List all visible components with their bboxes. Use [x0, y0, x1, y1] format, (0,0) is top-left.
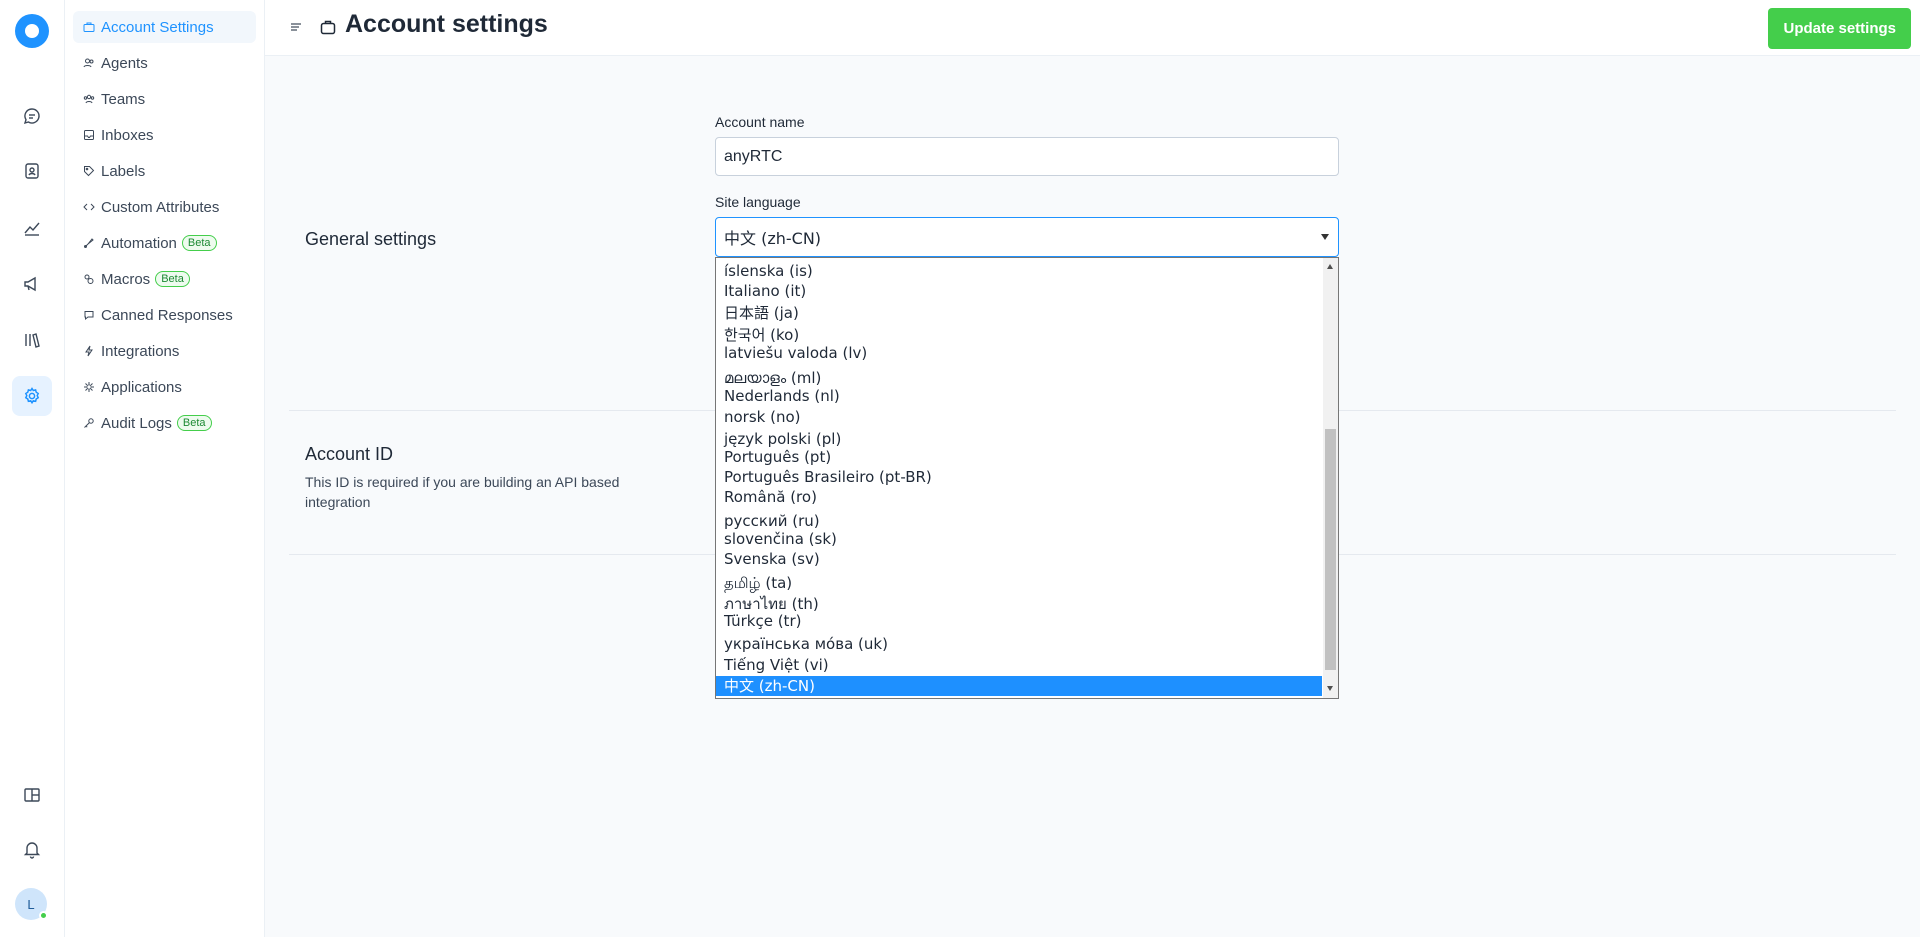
beta-badge: Beta [181, 235, 217, 251]
sidebar-item-label: Labels [101, 162, 146, 180]
language-option[interactable]: Português (pt) [716, 447, 1322, 467]
people-icon [83, 58, 94, 68]
sidebar-item-audit-logs[interactable]: Audit Logs Beta [73, 407, 256, 439]
page-header: Account settings Update settings [265, 0, 1920, 56]
general-settings-title: General settings [305, 229, 437, 249]
language-option[interactable]: Italiano (it) [716, 281, 1322, 301]
sidebar-item-teams[interactable]: Teams [73, 83, 256, 115]
language-option[interactable]: Nederlands (nl) [716, 386, 1322, 406]
settings-icon[interactable] [12, 376, 52, 416]
team-icon [83, 94, 95, 104]
account-name-input[interactable] [715, 137, 1339, 176]
beta-badge: Beta [155, 271, 190, 287]
inbox-icon [84, 130, 94, 140]
language-option[interactable]: தமிழ் (ta) [716, 573, 1322, 593]
language-option[interactable]: Türkçe (tr) [716, 611, 1322, 631]
account-id-description: This ID is required if you are building … [305, 474, 620, 510]
language-option[interactable]: íslenska (is) [716, 261, 1322, 281]
chat-icon [84, 311, 94, 321]
sidebar-item-agents[interactable]: Agents [73, 47, 256, 79]
beta-badge: Beta [176, 415, 212, 431]
scroll-up-arrow-icon[interactable] [1327, 264, 1333, 269]
scroll-down-arrow-icon[interactable] [1327, 686, 1333, 691]
contacts-icon[interactable] [12, 151, 52, 191]
scrollbar-thumb[interactable] [1325, 429, 1336, 670]
sidebar-item-integrations[interactable]: Integrations [73, 335, 256, 367]
sidebar-item-label: Integrations [101, 342, 180, 360]
language-option[interactable]: Tiếng Việt (vi) [716, 655, 1322, 675]
user-avatar[interactable]: L [15, 888, 48, 920]
apps-icon [84, 382, 94, 392]
code-icon [83, 203, 95, 211]
briefcase-icon [320, 20, 336, 35]
language-option[interactable]: Română (ro) [716, 487, 1322, 507]
language-option[interactable]: Português Brasileiro (pt-BR) [716, 467, 1322, 487]
language-option[interactable]: 한국어 (ko) [716, 325, 1322, 345]
sidebar-item-label: Teams [101, 90, 146, 108]
primary-nav-rail: L [0, 0, 65, 937]
sidebar-item-label: Account Settings [101, 18, 214, 36]
sidebar-item-macros[interactable]: Macros Beta [73, 263, 256, 295]
account-name-label: Account name [715, 114, 805, 130]
campaigns-icon[interactable] [12, 264, 52, 304]
reports-icon[interactable] [12, 208, 52, 248]
sidebar-item-label: Canned Responses [101, 306, 233, 324]
flash-icon [85, 345, 93, 357]
settings-sidebar: Account Settings Agents Teams Inboxes La… [65, 0, 265, 937]
site-language-label: Site language [715, 194, 801, 210]
sidebar-item-label: Inboxes [101, 126, 154, 144]
sidebar-item-custom-attributes[interactable]: Custom Attributes [73, 191, 256, 223]
language-option[interactable]: latviešu valoda (lv) [716, 343, 1322, 363]
notifications-icon[interactable] [12, 829, 52, 869]
dropdown-scrollbar[interactable] [1323, 258, 1338, 698]
sidebar-item-canned-responses[interactable]: Canned Responses [73, 299, 256, 331]
language-option[interactable]: русский (ru) [716, 511, 1322, 531]
conversations-icon[interactable] [12, 96, 52, 136]
update-settings-button[interactable]: Update settings [1768, 8, 1911, 49]
sidebar-item-label: Custom Attributes [101, 198, 220, 216]
site-language-value: 中文 (zh-CN) [724, 229, 822, 248]
online-status-dot [39, 911, 48, 920]
library-icon[interactable] [12, 320, 52, 360]
account-id-title: Account ID [305, 444, 394, 464]
language-option[interactable]: 中文 (zh-CN) [716, 676, 1322, 696]
language-option[interactable]: norsk (no) [716, 407, 1322, 427]
tag-icon [84, 166, 95, 177]
sidebar-item-label: Applications [101, 378, 182, 396]
site-language-select[interactable]: 中文 (zh-CN) [715, 217, 1339, 257]
language-option[interactable]: українська мо́ва (uk) [716, 634, 1322, 654]
macros-icon [84, 274, 94, 284]
sidebar-item-account-settings[interactable]: Account Settings [73, 11, 256, 43]
language-option[interactable]: slovenčina (sk) [716, 529, 1322, 549]
sidebar-item-automation[interactable]: Automation Beta [73, 227, 256, 259]
key-icon [84, 418, 94, 428]
sidebar-item-inboxes[interactable]: Inboxes [73, 119, 256, 151]
briefcase-icon [83, 22, 95, 32]
language-option[interactable]: Svenska (sv) [716, 549, 1322, 569]
app-logo[interactable] [15, 14, 49, 48]
dashboard-apps-icon[interactable] [12, 775, 52, 815]
sidebar-item-label: Automation [101, 234, 177, 252]
chevron-down-icon [1321, 234, 1329, 240]
language-dropdown-list[interactable]: íslenska (is) Italiano (it) 日本語 (ja) 한국어… [715, 257, 1339, 699]
sidebar-item-labels[interactable]: Labels [73, 155, 256, 187]
language-option[interactable]: język polski (pl) [716, 429, 1322, 449]
page-title: Account settings [345, 10, 548, 38]
sidebar-item-applications[interactable]: Applications [73, 371, 256, 403]
language-option[interactable]: മലയാളം (ml) [716, 368, 1322, 388]
avatar-initial: L [27, 896, 35, 912]
sidebar-item-label: Audit Logs [101, 414, 172, 432]
language-option[interactable]: 日本語 (ja) [716, 303, 1322, 323]
sidebar-item-label: Agents [101, 54, 148, 72]
sidebar-toggle-icon[interactable] [289, 20, 303, 34]
automation-icon [84, 238, 94, 248]
sidebar-item-label: Macros [101, 270, 151, 288]
